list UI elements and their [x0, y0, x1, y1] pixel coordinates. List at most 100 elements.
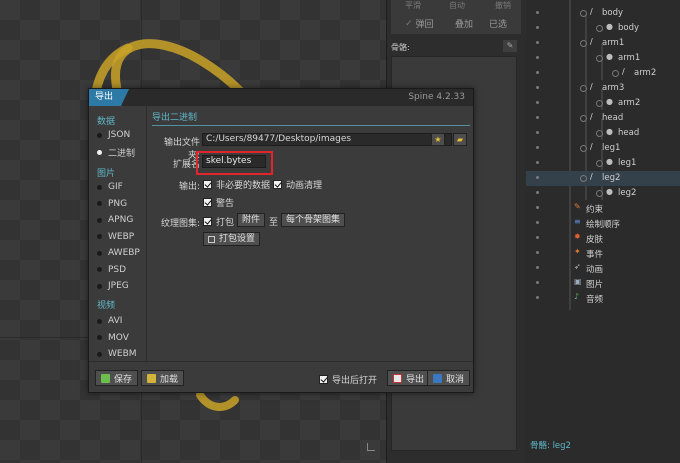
format-avi[interactable]: AVI — [97, 316, 122, 326]
pack-target-button[interactable]: 每个骨架图集 — [281, 213, 346, 227]
tree-item-图片[interactable]: ▣ 图片 — [526, 276, 680, 291]
visibility-dot-icon[interactable] — [536, 26, 539, 29]
expand-icon[interactable] — [596, 190, 603, 197]
visibility-dot-icon[interactable] — [536, 206, 539, 209]
checkbox-checked-icon[interactable] — [273, 180, 282, 189]
expand-icon[interactable] — [596, 100, 603, 107]
format-awebp[interactable]: AWEBP — [97, 248, 140, 258]
expand-icon[interactable] — [596, 160, 603, 167]
format-apng[interactable]: APNG — [97, 215, 133, 225]
expand-icon[interactable] — [580, 145, 587, 152]
pack-source-button[interactable]: 附件 — [237, 213, 266, 227]
tree-item-arm1[interactable]: ● arm1 — [526, 51, 680, 66]
expand-icon[interactable] — [580, 115, 587, 122]
visibility-dot-icon[interactable] — [536, 176, 539, 179]
expand-icon[interactable] — [596, 130, 603, 137]
visibility-dot-icon[interactable] — [536, 86, 539, 89]
radio-gif[interactable] — [97, 184, 102, 190]
cancel-button[interactable]: 取消 — [427, 370, 471, 386]
tree-item-arm2[interactable]: ● arm2 — [526, 96, 680, 111]
radio-png[interactable] — [97, 201, 102, 206]
selected-button[interactable]: 已选 — [489, 17, 507, 30]
radio-apng[interactable] — [97, 217, 102, 223]
open-after-checkbox[interactable]: 导出后打开 — [319, 373, 377, 386]
load-button[interactable]: 加载 — [141, 370, 185, 386]
tree-item-arm1[interactable]: ∕ arm1 — [526, 36, 680, 51]
visibility-dot-icon[interactable] — [536, 11, 539, 14]
format-png[interactable]: PNG — [97, 199, 127, 209]
wrench-icon[interactable]: ✎ — [503, 40, 517, 52]
checkbox-checked-icon[interactable] — [319, 375, 328, 384]
expand-icon[interactable] — [580, 85, 587, 92]
checkbox-checked-icon[interactable] — [203, 198, 212, 207]
radio-avi[interactable] — [97, 318, 102, 324]
radio-webm[interactable] — [97, 351, 102, 357]
radio-jpeg[interactable] — [97, 283, 102, 289]
checkbox-checked-icon[interactable] — [203, 180, 212, 189]
visibility-dot-icon[interactable] — [536, 146, 539, 149]
visibility-dot-icon[interactable] — [536, 101, 539, 104]
expand-icon[interactable] — [580, 10, 587, 17]
visibility-dot-icon[interactable] — [536, 251, 539, 254]
visibility-dot-icon[interactable] — [536, 296, 539, 299]
format-binary[interactable]: 二进制 — [97, 146, 135, 159]
tree-item-arm3[interactable]: ∕ arm3 — [526, 81, 680, 96]
tree-item-head[interactable]: ● head — [526, 126, 680, 141]
tree-item-leg1[interactable]: ● leg1 — [526, 156, 680, 171]
visibility-dot-icon[interactable] — [536, 191, 539, 194]
tree-item-约束[interactable]: ✎ 约束 — [526, 201, 680, 216]
expand-icon[interactable] — [596, 25, 603, 32]
tree-item-body[interactable]: ∕ body — [526, 6, 680, 21]
expand-icon[interactable] — [580, 40, 587, 47]
output-folder-field[interactable]: C:/Users/89477/Desktop/images — [202, 133, 452, 146]
folder-icon[interactable]: ▰ — [453, 133, 467, 146]
format-json[interactable]: JSON — [97, 130, 130, 140]
star-icon[interactable]: ★ — [431, 133, 445, 146]
warnings-checkbox[interactable]: 警告 — [203, 196, 234, 209]
radio-mov[interactable] — [97, 335, 102, 340]
expand-icon[interactable] — [580, 175, 587, 182]
expand-icon[interactable] — [612, 70, 619, 77]
visibility-dot-icon[interactable] — [536, 116, 539, 119]
visibility-dot-icon[interactable] — [536, 281, 539, 284]
tree-item-绘制顺序[interactable]: ≡ 绘制顺序 — [526, 216, 680, 231]
pack-checkbox[interactable]: 打包 — [203, 215, 234, 228]
visibility-dot-icon[interactable] — [536, 266, 539, 269]
radio-webp[interactable] — [97, 234, 102, 239]
radio-psd[interactable] — [97, 267, 102, 272]
format-webp[interactable]: WEBP — [97, 232, 134, 242]
animation-cleanup-checkbox[interactable]: 动画清理 — [273, 178, 322, 191]
save-button[interactable]: 保存 — [95, 370, 139, 386]
snap-back-button[interactable]: ✓ 弹回 — [405, 17, 434, 31]
overlay-button[interactable]: 叠加 — [455, 17, 473, 30]
nonessential-checkbox[interactable]: 非必要的数据 — [203, 178, 270, 191]
visibility-dot-icon[interactable] — [536, 71, 539, 74]
radio-awebp[interactable] — [97, 250, 102, 256]
tree-item-leg1[interactable]: ∕ leg1 — [526, 141, 680, 156]
radio-json[interactable] — [97, 132, 102, 138]
tree-item-leg2[interactable]: ∕ leg2 — [526, 171, 680, 186]
tree-item-arm2[interactable]: ∕ arm2 — [526, 66, 680, 81]
tree-item-事件[interactable]: ✦ 事件 — [526, 246, 680, 261]
visibility-dot-icon[interactable] — [536, 56, 539, 59]
visibility-dot-icon[interactable] — [536, 131, 539, 134]
radio-binary[interactable] — [97, 150, 102, 155]
visibility-dot-icon[interactable] — [536, 236, 539, 239]
visibility-dot-icon[interactable] — [536, 41, 539, 44]
export-button[interactable]: 导出 — [387, 370, 431, 386]
tree-item-音频[interactable]: ♪ 音频 — [526, 291, 680, 306]
visibility-dot-icon[interactable] — [536, 221, 539, 224]
hierarchy-tree[interactable]: ∕ body ● body ∕ arm1 ● arm1 ∕ arm2 ∕ arm3 ● arm2 ∕ head… — [526, 0, 680, 463]
checkbox-checked-icon[interactable] — [203, 217, 212, 226]
pack-settings-button[interactable]: 打包设置 — [203, 232, 261, 246]
tree-item-动画[interactable]: ➶ 动画 — [526, 261, 680, 276]
format-psd[interactable]: PSD — [97, 265, 126, 275]
expand-icon[interactable] — [596, 55, 603, 62]
tree-item-皮肤[interactable]: ✸ 皮肤 — [526, 231, 680, 246]
format-webm[interactable]: WEBM — [97, 349, 137, 359]
format-mov[interactable]: MOV — [97, 333, 129, 343]
visibility-dot-icon[interactable] — [536, 161, 539, 164]
tree-item-body[interactable]: ● body — [526, 21, 680, 36]
tree-item-leg2[interactable]: ● leg2 — [526, 186, 680, 201]
format-gif[interactable]: GIF — [97, 182, 123, 192]
